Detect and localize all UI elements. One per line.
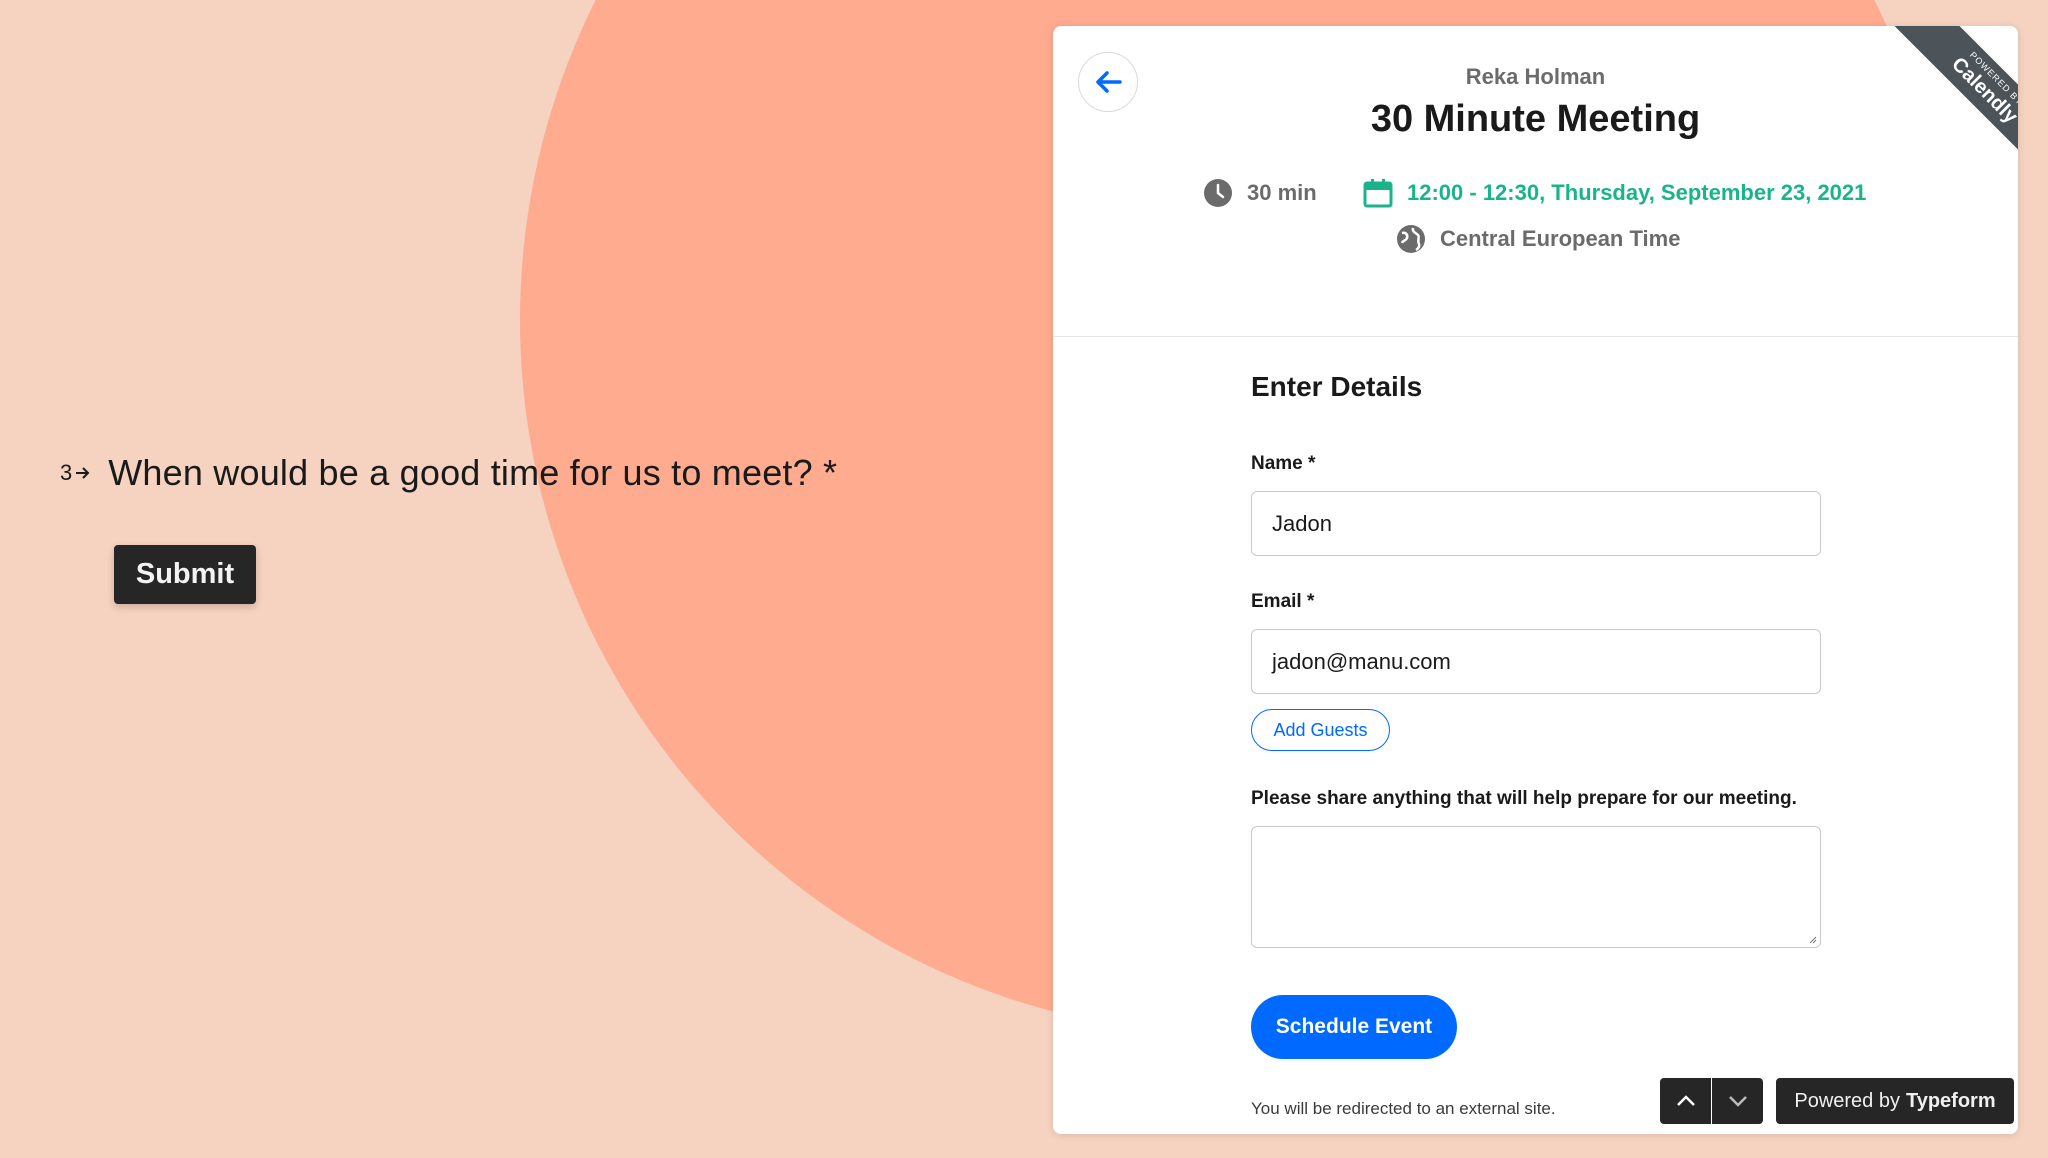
email-value: jadon@manu.com: [1272, 648, 1451, 674]
host-name: Reka Holman: [1465, 64, 1606, 89]
globe-icon: [1397, 225, 1425, 253]
name-value: Jadon: [1272, 510, 1332, 536]
event-title: 30 Minute Meeting: [1370, 98, 1701, 140]
add-guests-button[interactable]: Add Guests: [1251, 709, 1390, 751]
previous-question-button[interactable]: [1660, 1078, 1711, 1124]
notes-label: Please share anything that will help pre…: [1251, 788, 1797, 809]
question-text: When would be a good time for us to meet…: [108, 452, 838, 493]
question-number: 3: [60, 460, 92, 486]
calendly-card: POWERED BY Calendly Reka Holman 30 Minut…: [1053, 26, 2018, 1134]
datetime-text: 12:00 - 12:30, Thursday, September 23, 2…: [1407, 180, 1867, 205]
name-field[interactable]: Jadon: [1251, 491, 1821, 556]
event-duration: 30 min: [1203, 178, 1317, 208]
redirect-note: You will be redirected to an external si…: [1251, 1099, 1556, 1118]
next-question-button[interactable]: [1712, 1078, 1763, 1124]
event-datetime: 12:00 - 12:30, Thursday, September 23, 2…: [1363, 178, 1866, 208]
powered-brand: Typeform: [1905, 1089, 1996, 1112]
resize-handle-icon[interactable]: [1807, 934, 1817, 944]
form-section-title: Enter Details: [1251, 371, 1423, 402]
details-form: Enter Details Name * Jadon Email * jadon…: [1251, 371, 1821, 1118]
chevron-up-icon: [1676, 1095, 1695, 1106]
name-label: Name *: [1251, 453, 1316, 474]
schedule-event-button[interactable]: Schedule Event: [1251, 995, 1457, 1059]
calendar-icon: [1363, 179, 1393, 208]
submit-button[interactable]: Submit: [114, 545, 256, 604]
duration-text: 30 min: [1247, 180, 1317, 205]
email-field[interactable]: jadon@manu.com: [1251, 629, 1821, 694]
clock-icon: [1204, 179, 1232, 207]
question: 3 When would be a good time for us to me…: [60, 452, 837, 494]
question-nav: [1660, 1078, 1763, 1124]
timezone-text: Central European Time: [1440, 226, 1681, 251]
powered-by-typeform-link[interactable]: Powered by Typeform: [1776, 1078, 2014, 1124]
header-divider: [1053, 336, 2018, 337]
chevron-down-icon: [1728, 1096, 1747, 1107]
email-label: Email *: [1251, 591, 1315, 612]
arrow-right-icon: [76, 467, 90, 479]
notes-textarea[interactable]: [1251, 826, 1821, 948]
event-timezone: Central European Time: [1396, 224, 1680, 254]
powered-prefix: Powered by: [1794, 1089, 1900, 1112]
